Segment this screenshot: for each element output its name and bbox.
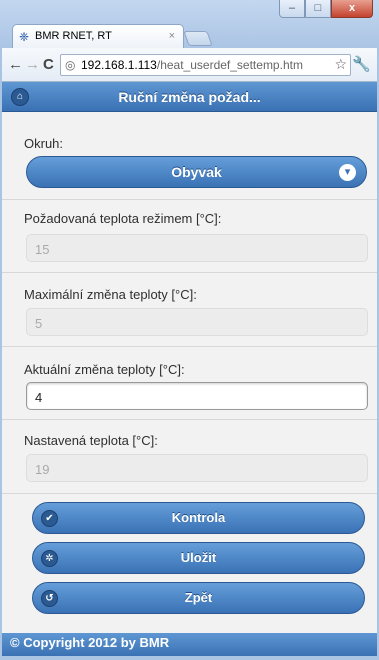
- ulozit-label: Uložit: [180, 550, 217, 565]
- reload-icon[interactable]: C: [43, 56, 54, 73]
- page-header: ⌂ Ruční změna požad...: [2, 82, 377, 112]
- browser-toolbar: ← → C ◎ 192.168.1.113/heat_userdef_sette…: [2, 48, 377, 82]
- nastavena-field: 19: [26, 454, 368, 482]
- okruh-label: Okruh:: [24, 136, 64, 151]
- okruh-selected-value: Obyvak: [171, 164, 222, 180]
- new-tab-button[interactable]: [183, 31, 213, 46]
- check-icon: ✔: [41, 510, 58, 527]
- browser-tab[interactable]: ❈ BMR RNET, RT ×: [12, 24, 184, 48]
- page-title: Ruční změna požad...: [118, 89, 261, 105]
- nastavena-label: Nastavená teplota [°C]:: [24, 433, 158, 448]
- max-zmena-field: 5: [26, 308, 368, 336]
- pozadovana-section: Požadovaná teplota režimem [°C]: 15: [2, 200, 377, 273]
- window-controls: – □ x: [279, 0, 373, 18]
- page-info-icon: ◎: [65, 58, 76, 72]
- zpet-button[interactable]: ↺ Zpět: [32, 582, 365, 614]
- okruh-section: Okruh: Obyvak ▾: [2, 112, 377, 200]
- zpet-label: Zpět: [184, 590, 213, 605]
- kontrola-label: Kontrola: [171, 510, 226, 525]
- page-content: ⌂ Ruční změna požad... Okruh: Obyvak ▾ P…: [2, 82, 377, 656]
- ulozit-button[interactable]: ✲ Uložit: [32, 542, 365, 574]
- kontrola-button[interactable]: ✔ Kontrola: [32, 502, 365, 534]
- maximize-button[interactable]: □: [305, 0, 331, 18]
- tab-title: BMR RNET, RT: [35, 30, 112, 42]
- back-icon: ↺: [41, 590, 58, 607]
- url-host: 192.168.1.113: [81, 58, 157, 72]
- back-arrow-icon[interactable]: ←: [8, 56, 23, 73]
- bookmark-star-icon[interactable]: ☆: [334, 56, 347, 73]
- aktualni-input[interactable]: 4: [26, 382, 368, 410]
- favicon-icon: ❈: [19, 30, 30, 44]
- close-window-button[interactable]: x: [331, 0, 373, 18]
- title-bar: – □ x ❈ BMR RNET, RT ×: [0, 0, 379, 52]
- aktualni-section: Aktuální změna teploty [°C]: 4: [2, 347, 377, 420]
- url-path: /heat_userdef_settemp.htm: [156, 58, 303, 72]
- max-zmena-label: Maximální změna teploty [°C]:: [24, 287, 197, 302]
- address-bar[interactable]: ◎ 192.168.1.113/heat_userdef_settemp.htm…: [60, 54, 351, 76]
- gear-icon: ✲: [41, 550, 58, 567]
- forward-arrow-icon[interactable]: →: [25, 56, 40, 73]
- tab-close-icon[interactable]: ×: [169, 30, 175, 42]
- minimize-button[interactable]: –: [279, 0, 305, 18]
- okruh-select[interactable]: Obyvak ▾: [26, 156, 367, 188]
- browser-window: – □ x ❈ BMR RNET, RT × ← → C ◎ 192.168.1…: [0, 0, 379, 660]
- nastavena-section: Nastavená teplota [°C]: 19: [2, 420, 377, 494]
- chevron-down-icon: ▾: [339, 164, 356, 181]
- footer-copyright: © Copyright 2012 by BMR: [2, 633, 377, 656]
- max-zmena-section: Maximální změna teploty [°C]: 5: [2, 273, 377, 347]
- wrench-menu-icon[interactable]: 🔧: [352, 55, 371, 73]
- pozadovana-field: 15: [26, 234, 368, 262]
- pozadovana-label: Požadovaná teplota režimem [°C]:: [24, 211, 222, 226]
- aktualni-label: Aktuální změna teploty [°C]:: [24, 362, 185, 377]
